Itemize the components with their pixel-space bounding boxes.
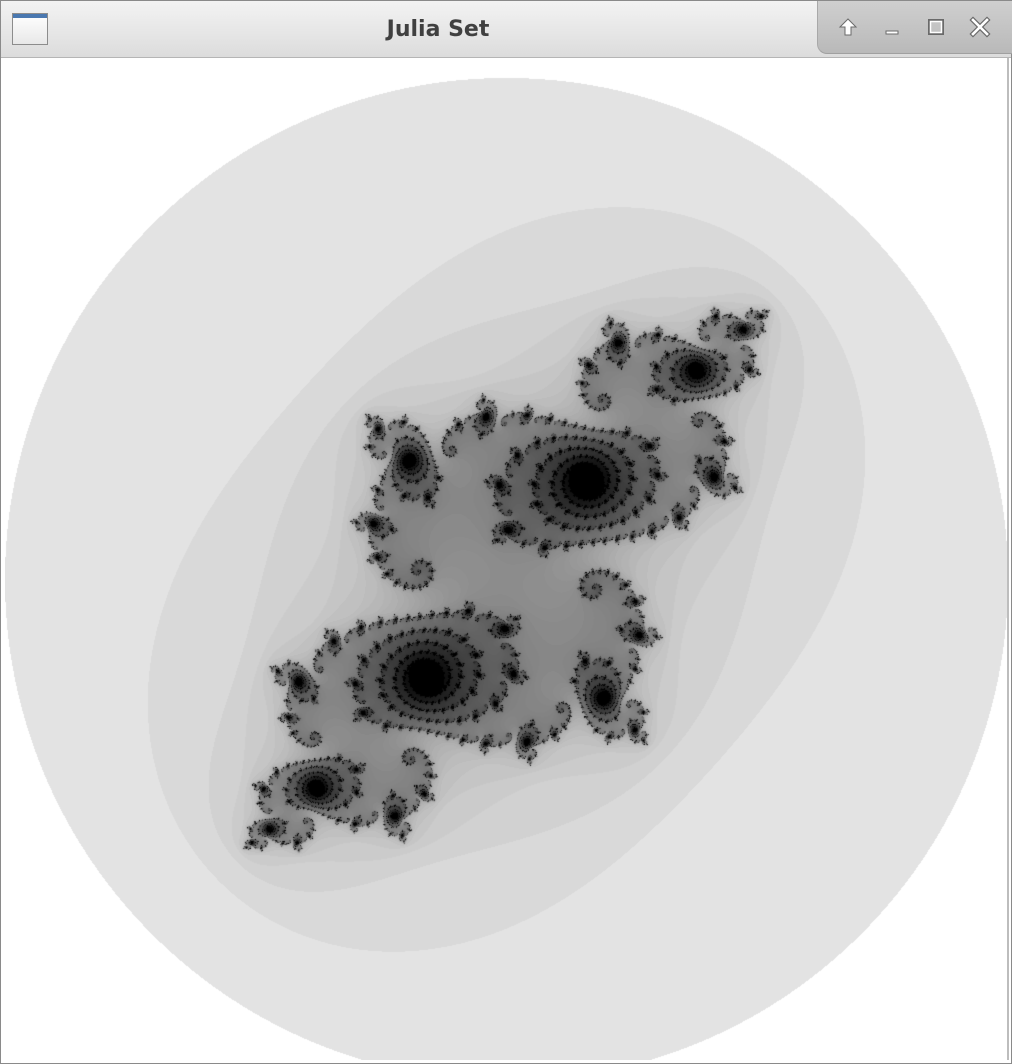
shade-button[interactable] <box>834 13 862 41</box>
julia-set-fractal <box>5 58 1007 1060</box>
window-controls <box>817 1 1012 54</box>
arrow-up-icon <box>838 17 858 37</box>
maximize-button[interactable] <box>922 13 950 41</box>
app-window: Julia Set <box>0 0 1012 1064</box>
close-button[interactable] <box>966 13 994 41</box>
title-bar[interactable]: Julia Set <box>1 1 1012 58</box>
minimize-icon <box>882 17 902 37</box>
window-title: Julia Set <box>386 17 490 42</box>
maximize-icon <box>926 17 946 37</box>
close-icon <box>969 16 991 38</box>
fractal-view[interactable] <box>5 58 1009 1060</box>
minimize-button[interactable] <box>878 13 906 41</box>
